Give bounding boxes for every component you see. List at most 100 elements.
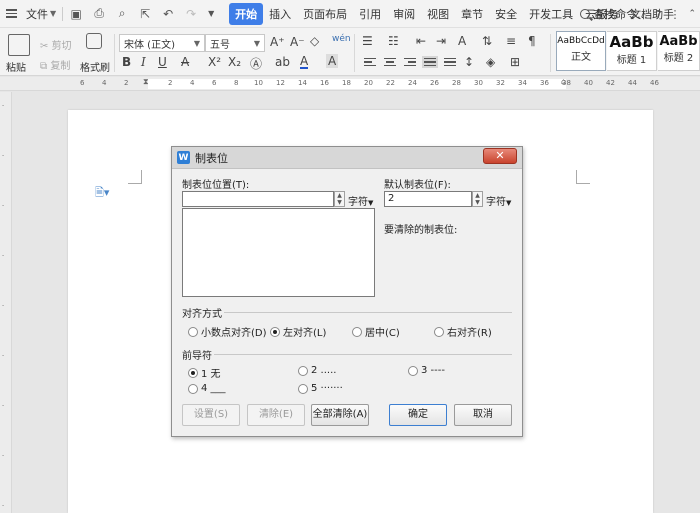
bullet-list-icon[interactable]: ☰	[362, 34, 373, 48]
radio-button[interactable]	[352, 326, 362, 337]
default-tab-spinner[interactable]: ▲ ▼	[472, 191, 483, 207]
superscript-icon[interactable]: X²	[208, 55, 221, 69]
redo-icon[interactable]: ↷	[184, 7, 198, 21]
copy-button[interactable]: ⧉ 复制	[40, 57, 70, 72]
save-icon[interactable]: ▣	[69, 7, 83, 21]
tab-view[interactable]: 视图	[421, 3, 455, 25]
show-marks-icon[interactable]: ¶	[528, 34, 536, 48]
tab-section[interactable]: 章节	[455, 3, 489, 25]
radio-leader-underline[interactable]: 4 ___	[188, 383, 226, 394]
tab-review[interactable]: 审阅	[387, 3, 421, 25]
indent-marker-icon[interactable]: ⧗	[143, 77, 149, 87]
clear-button[interactable]: 清除(E)	[247, 404, 305, 426]
file-menu[interactable]: 文件 ▼	[26, 6, 56, 22]
radio-button[interactable]	[188, 383, 198, 394]
radio-button[interactable]	[298, 365, 308, 376]
shading-icon[interactable]: ◈	[486, 55, 495, 69]
hamburger-menu-icon[interactable]	[6, 9, 24, 18]
command-search[interactable]: 查找命令...	[580, 6, 648, 22]
radio-button[interactable]	[408, 365, 418, 376]
collapse-ribbon-icon[interactable]: ⌃	[688, 9, 696, 19]
align-left-icon[interactable]	[364, 58, 376, 66]
numbered-list-icon[interactable]: ☷	[388, 34, 399, 48]
text-effect-icon[interactable]: Ⓐ	[250, 55, 262, 72]
tab-security[interactable]: 安全	[489, 3, 523, 25]
chevron-down-icon[interactable]: ▼	[207, 9, 215, 18]
radio-leader-none[interactable]: 1 无	[188, 365, 221, 380]
spin-down-icon[interactable]: ▼	[473, 199, 482, 206]
ok-button[interactable]: 确定	[389, 404, 447, 426]
set-button[interactable]: 设置(S)	[182, 404, 240, 426]
help-icon[interactable]: ?	[656, 8, 662, 21]
clear-format-icon[interactable]: ◇	[310, 34, 319, 48]
bold-icon[interactable]: B	[122, 55, 131, 69]
align-right-icon[interactable]	[404, 58, 416, 66]
radio-decimal[interactable]: 小数点对齐(D)	[188, 324, 267, 339]
export-icon[interactable]: ⇱	[138, 7, 152, 21]
decrease-indent-icon[interactable]: ⇤	[416, 34, 426, 48]
style-heading-1[interactable]: AaBb 标题 1	[607, 31, 657, 71]
radio-button[interactable]	[270, 326, 280, 337]
format-painter-icon[interactable]	[86, 33, 102, 49]
cancel-button[interactable]: 取消	[454, 404, 512, 426]
horizontal-ruler[interactable]: 6 4 2 2 4 6 8 10 12 14 16 18 20 22 24 26…	[0, 77, 700, 91]
dialog-title-bar[interactable]: W 制表位 ✕	[172, 147, 522, 169]
chinese-layout-icon[interactable]: A	[458, 34, 466, 48]
format-painter-button[interactable]: 格式刷	[80, 59, 110, 74]
style-normal[interactable]: AaBbCcDd 正文	[556, 31, 606, 71]
spin-down-icon[interactable]: ▼	[335, 199, 344, 206]
tab-position-list[interactable]	[182, 208, 375, 297]
undo-icon[interactable]: ↶	[161, 7, 175, 21]
radio-button[interactable]	[434, 326, 444, 337]
tab-insert[interactable]: 插入	[263, 3, 297, 25]
decrease-font-icon[interactable]: A⁻	[290, 35, 305, 49]
more-icon[interactable]: ⋮	[669, 8, 680, 21]
justify-icon[interactable]	[422, 56, 438, 68]
spin-up-icon[interactable]: ▲	[335, 192, 344, 199]
radio-leader-middots[interactable]: 5 ·······	[298, 383, 343, 394]
tab-references[interactable]: 引用	[353, 3, 387, 25]
tab-home[interactable]: 开始	[229, 2, 264, 25]
increase-font-icon[interactable]: A⁺	[270, 35, 285, 49]
tab-position-spinner[interactable]: ▲ ▼	[334, 191, 345, 207]
line-spacing-icon[interactable]: ≡	[506, 34, 516, 48]
print-preview-icon[interactable]: ⌕	[115, 6, 129, 21]
cut-button[interactable]: ✂ 剪切	[40, 37, 72, 52]
print-icon[interactable]: ⎙	[92, 6, 106, 21]
paste-icon[interactable]	[8, 34, 30, 56]
radio-center[interactable]: 居中(C)	[352, 324, 400, 339]
radio-left[interactable]: 左对齐(L)	[270, 324, 326, 339]
strikethrough-icon[interactable]: A	[181, 55, 189, 69]
vertical-ruler[interactable]: - - - - - - - - -	[0, 92, 12, 513]
right-indent-marker-icon[interactable]: ⌂	[561, 77, 566, 86]
radio-button[interactable]	[188, 367, 198, 378]
char-shading-icon[interactable]: A	[326, 54, 339, 68]
font-color-icon[interactable]: A	[300, 55, 309, 69]
font-size-select[interactable]: 五号 ▼	[205, 34, 265, 52]
tab-page-layout[interactable]: 页面布局	[297, 3, 353, 25]
default-tab-input[interactable]: 2	[384, 191, 472, 207]
clear-all-button[interactable]: 全部清除(A)	[311, 404, 369, 426]
underline-icon[interactable]: U	[158, 55, 167, 69]
paragraph-layout-icon[interactable]: 🗎▾	[95, 184, 109, 203]
subscript-icon[interactable]: X₂	[228, 55, 241, 69]
align-center-icon[interactable]	[384, 58, 396, 66]
sort-icon[interactable]: ⇅	[482, 34, 492, 48]
spin-up-icon[interactable]: ▲	[473, 192, 482, 199]
tab-position-input[interactable]	[182, 191, 334, 207]
tab-developer[interactable]: 开发工具	[523, 3, 579, 25]
line-spacing-menu-icon[interactable]: ↕	[464, 55, 474, 69]
radio-button[interactable]	[188, 326, 198, 337]
font-name-select[interactable]: 宋体 (正文) ▼	[119, 34, 205, 52]
radio-leader-dots[interactable]: 2 .....	[298, 365, 336, 376]
radio-leader-dashes[interactable]: 3 ----	[408, 365, 445, 376]
default-tab-unit[interactable]: 字符▼	[486, 193, 511, 208]
highlight-icon[interactable]: ab	[275, 55, 290, 69]
distributed-icon[interactable]	[444, 58, 456, 66]
style-heading-2[interactable]: AaBb 标题 2	[658, 31, 700, 71]
radio-button[interactable]	[298, 383, 308, 394]
increase-indent-icon[interactable]: ⇥	[436, 34, 446, 48]
phonetic-icon[interactable]: wén	[332, 34, 351, 44]
borders-icon[interactable]: ⊞	[510, 55, 520, 69]
italic-icon[interactable]: I	[141, 55, 146, 69]
